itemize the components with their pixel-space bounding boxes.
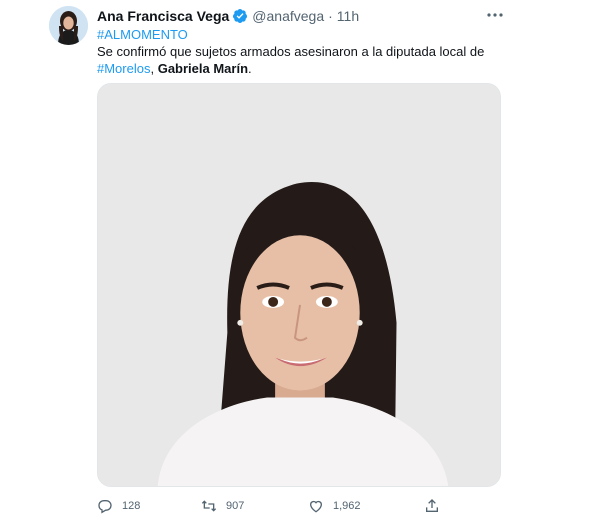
retweet-icon [201,498,217,514]
avatar[interactable] [49,6,88,45]
reply-icon [97,498,113,514]
hashtag-link-morelos[interactable]: #Morelos [97,61,150,76]
share-icon [424,498,440,514]
retweet-count: 907 [226,500,245,512]
separator-dot: · [328,8,333,24]
comma-text: , [150,61,155,76]
tweet-text: #ALMOMENTO Se confirmó que sujetos armad… [97,26,517,77]
tweet-image[interactable] [97,83,501,487]
reply-count: 128 [122,500,141,512]
timestamp[interactable]: 11h [337,8,359,24]
bold-name-text: Gabriela Marín [157,61,249,76]
share-button[interactable] [424,497,440,515]
verified-badge-icon [232,8,248,24]
reply-button[interactable]: 128 [97,497,140,515]
tweet-line: Se confirmó que sujetos armados asesinar… [97,44,485,59]
hashtag-link[interactable]: #ALMOMENTO [97,27,188,42]
tweet-actions: 128 907 1,962 [97,497,457,515]
tweet-header: Ana Francisca Vega @anafvega · 11h [97,7,359,25]
like-button[interactable]: 1,962 [308,497,361,515]
tweet[interactable]: Ana Francisca Vega @anafvega · 11h #ALMO… [0,0,609,522]
like-count: 1,962 [333,500,361,512]
retweet-button[interactable]: 907 [201,497,244,515]
heart-icon [308,498,324,514]
more-options-icon[interactable] [484,6,506,24]
period-text: . [248,61,252,76]
display-name[interactable]: Ana Francisca Vega [97,8,229,24]
handle[interactable]: @anafvega [252,8,324,24]
